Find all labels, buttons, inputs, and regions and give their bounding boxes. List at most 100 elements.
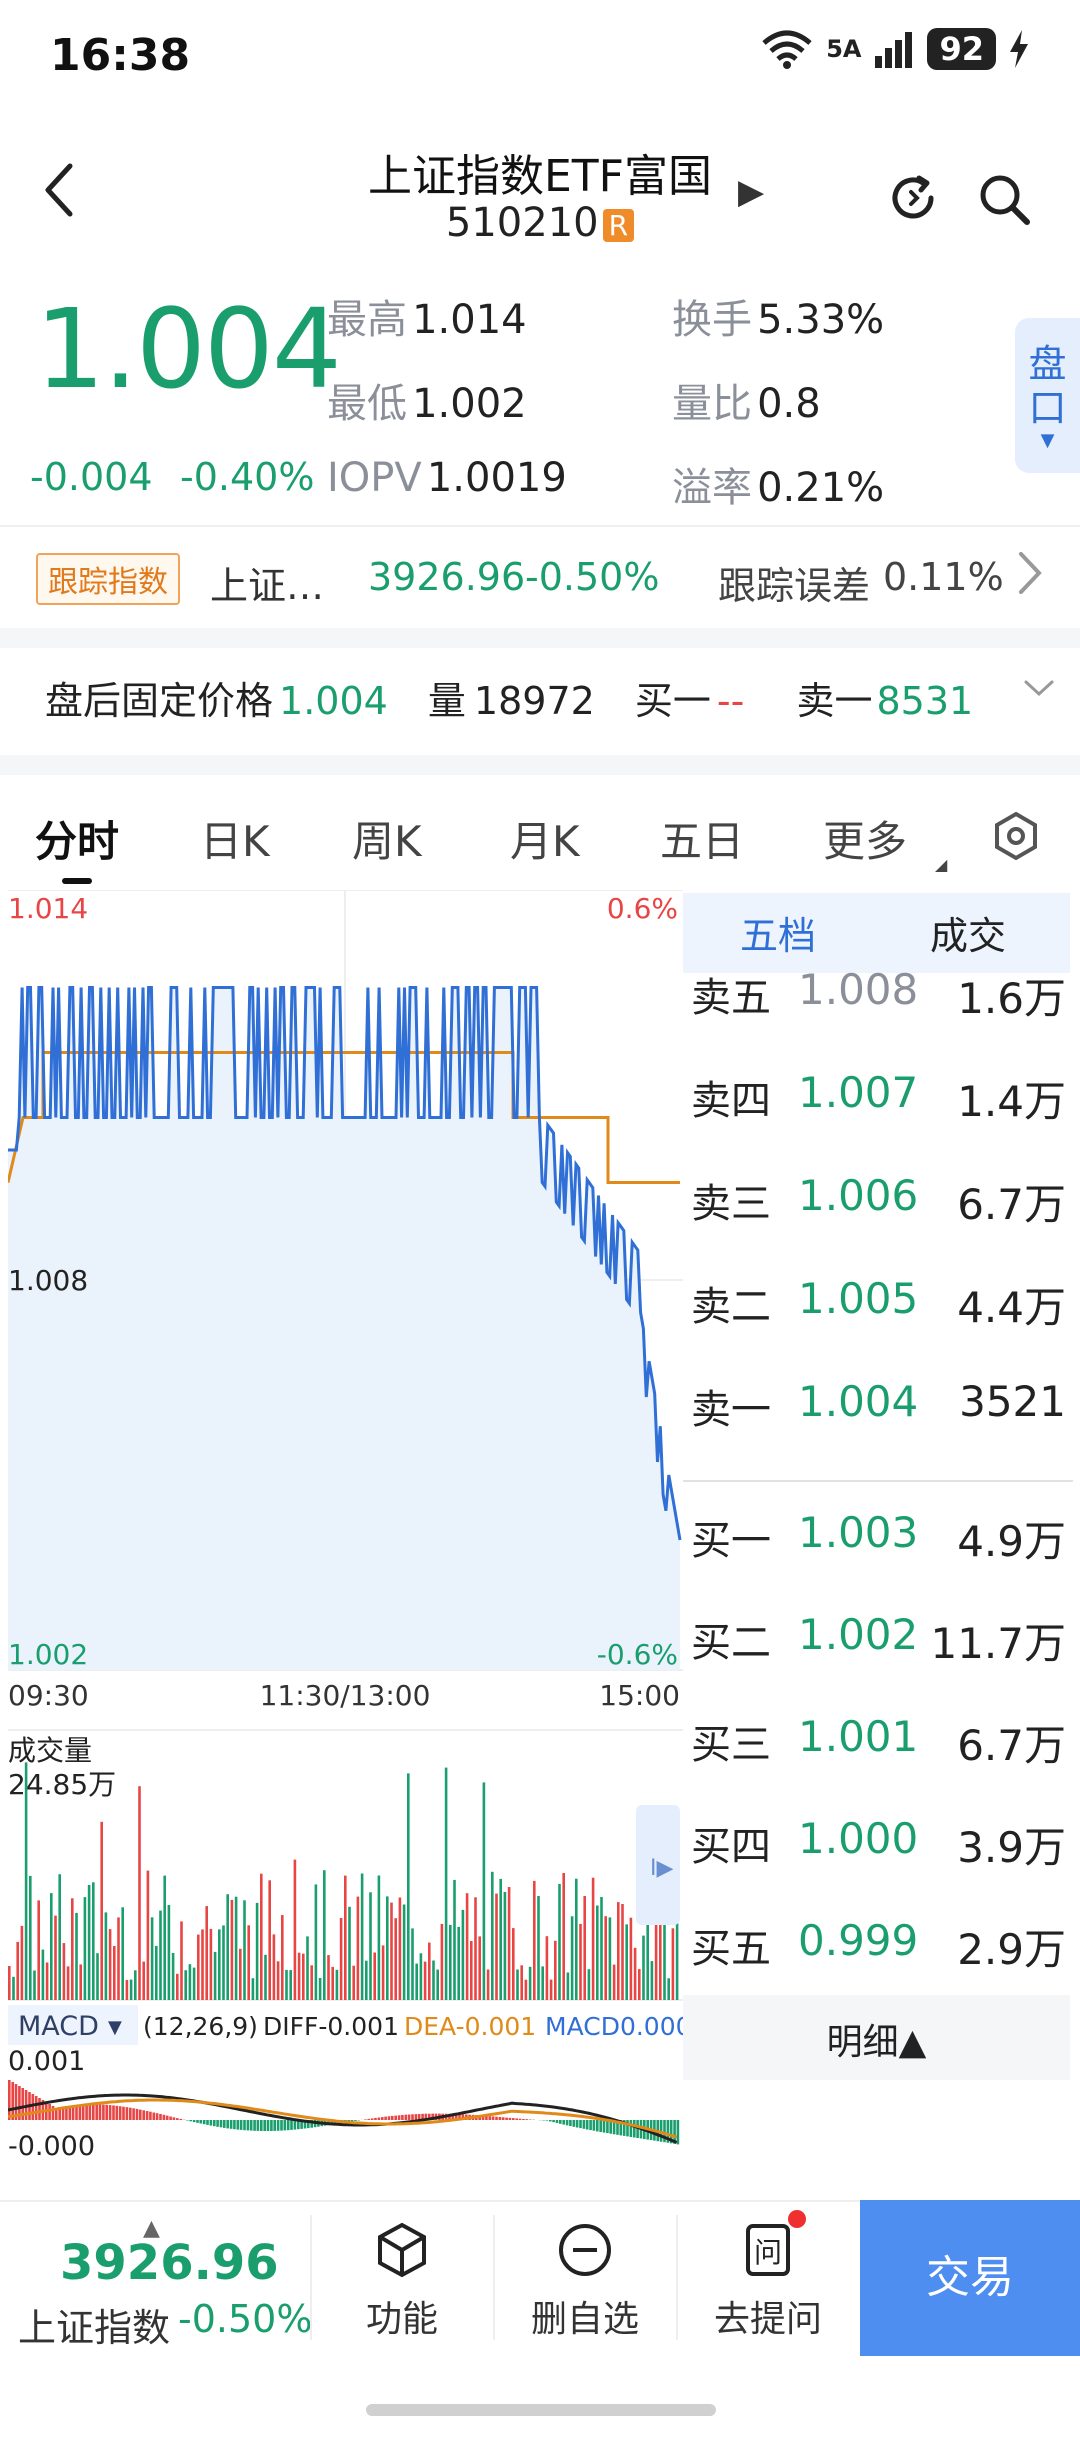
macd-bar bbox=[260, 2120, 263, 2131]
volume-bar bbox=[323, 1870, 326, 2000]
sell-level-row[interactable]: 卖三 1.006 6.7万 bbox=[688, 1171, 1070, 1274]
x-axis-label-close: 15:00 bbox=[599, 1679, 680, 1712]
macd-bar bbox=[48, 2104, 51, 2120]
chevron-right-icon[interactable] bbox=[1015, 548, 1045, 610]
level-volume: 1.4万 bbox=[957, 1077, 1066, 1126]
after-hours-volume: 18972 bbox=[473, 679, 595, 723]
bottom-index-name[interactable]: 上证指数 bbox=[18, 2297, 170, 2352]
refresh-icon[interactable] bbox=[885, 170, 941, 230]
chevron-down-icon[interactable] bbox=[1022, 668, 1056, 709]
macd-bar bbox=[98, 2104, 102, 2120]
home-indicator[interactable] bbox=[366, 2404, 716, 2416]
volume-bar bbox=[276, 1961, 280, 2000]
volume-bar bbox=[197, 1934, 200, 2000]
tab-daily-k[interactable]: 日K bbox=[200, 808, 270, 869]
sell-level-row[interactable]: 卖四 1.007 1.4万 bbox=[688, 1068, 1070, 1171]
volume-bar bbox=[596, 1905, 599, 2000]
volume-bar bbox=[163, 1875, 166, 2000]
volume-bar bbox=[499, 1878, 502, 2000]
search-icon[interactable] bbox=[975, 170, 1035, 234]
buy-level-row[interactable]: 买三 1.001 6.7万 bbox=[688, 1712, 1070, 1815]
level-volume: 6.7万 bbox=[957, 1721, 1066, 1770]
volume-bar bbox=[205, 1906, 208, 2000]
volume-bar bbox=[436, 1969, 439, 2000]
macd-bar bbox=[549, 2120, 552, 2122]
macd-bar bbox=[602, 2120, 606, 2133]
level-volume: 6.7万 bbox=[957, 1180, 1066, 1229]
volume-bar bbox=[201, 1929, 204, 2000]
macd-bar bbox=[105, 2104, 108, 2120]
svg-text:问: 问 bbox=[754, 2236, 782, 2269]
volume-bar bbox=[486, 1969, 490, 2000]
level-volume: 2.9万 bbox=[957, 1925, 1066, 1974]
tab-more[interactable]: 更多 bbox=[823, 808, 907, 869]
volume-bar bbox=[171, 1953, 175, 2000]
macd-bar bbox=[81, 2104, 85, 2120]
macd-bar bbox=[118, 2106, 122, 2120]
next-stock-icon[interactable]: ▶ bbox=[738, 172, 764, 212]
buy-level-row[interactable]: 买二 1.002 11.7万 bbox=[688, 1610, 1070, 1713]
volume-bar bbox=[402, 1904, 406, 2000]
volume-bar bbox=[369, 1892, 372, 2000]
tab-monthly-k[interactable]: 月K bbox=[510, 808, 580, 869]
macd-bar bbox=[562, 2120, 565, 2125]
divider bbox=[0, 628, 1080, 648]
after-hours-sell1: 8531 bbox=[876, 679, 974, 723]
tab-five-day[interactable]: 五日 bbox=[660, 808, 744, 869]
level-label: 买二 bbox=[691, 1620, 771, 1666]
macd-bar bbox=[179, 2118, 182, 2120]
macd-bar bbox=[8, 2080, 11, 2120]
volume-bar bbox=[24, 1762, 28, 2000]
detail-button[interactable]: 明细▲ bbox=[683, 2013, 1070, 2065]
level-volume: 3521 bbox=[959, 1377, 1066, 1426]
volume-bar bbox=[428, 1942, 431, 2000]
volume-bar bbox=[617, 1902, 620, 2000]
level-price: 1.004 bbox=[798, 1377, 919, 1426]
macd-bar bbox=[384, 2116, 387, 2120]
pankou-tab[interactable]: 盘口 ▼ bbox=[1015, 318, 1080, 473]
macd-bar bbox=[38, 2098, 41, 2120]
volume-bar bbox=[218, 1929, 221, 2000]
macd-bar bbox=[189, 2120, 192, 2122]
ask-question-button[interactable]: 问 去提问 bbox=[678, 2220, 858, 2342]
intraday-chart[interactable]: 1.014 1.008 1.002 0.6% -0.6% 09:30 11:30… bbox=[8, 890, 683, 2200]
sell-level-row[interactable]: 卖一 1.004 3521 bbox=[688, 1377, 1070, 1480]
tab-weekly-k[interactable]: 周K bbox=[352, 808, 422, 869]
tab-five-levels[interactable]: 五档 bbox=[740, 905, 816, 960]
level-label: 买三 bbox=[691, 1722, 771, 1768]
active-tab-indicator bbox=[62, 878, 92, 884]
macd-bar bbox=[354, 2120, 357, 2121]
macd-bar bbox=[387, 2116, 391, 2120]
settings-icon[interactable] bbox=[990, 810, 1042, 866]
volume-bar bbox=[482, 1782, 486, 2000]
macd-bar bbox=[290, 2120, 293, 2130]
tab-fenshi[interactable]: 分时 bbox=[35, 808, 119, 869]
tracking-index-name[interactable]: 上证… bbox=[210, 555, 324, 610]
volume-bar bbox=[478, 1936, 481, 2000]
volume-bar bbox=[45, 1962, 49, 2000]
volume-bar bbox=[625, 1924, 628, 2000]
tab-trades[interactable]: 成交 bbox=[930, 905, 1006, 960]
pct-top-label: 0.6% bbox=[607, 892, 678, 925]
sell-level-row[interactable]: 卖五 1.008 1.6万 bbox=[688, 965, 1070, 1068]
macd-bar bbox=[152, 2112, 156, 2120]
volume-bar bbox=[533, 1880, 536, 2000]
bottom-index-value[interactable]: 3926.96 bbox=[60, 2235, 279, 2291]
remove-watchlist-button[interactable]: 删自选 bbox=[495, 2220, 675, 2342]
charging-icon bbox=[1010, 30, 1028, 68]
order-book-divider bbox=[683, 1480, 1073, 1482]
macd-bar bbox=[31, 2094, 35, 2120]
volume-bar bbox=[612, 1964, 616, 2000]
buy-level-row[interactable]: 买一 1.003 4.9万 bbox=[688, 1508, 1070, 1611]
sell-level-row[interactable]: 卖二 1.005 4.4万 bbox=[688, 1274, 1070, 1377]
trade-button[interactable]: 交易 bbox=[860, 2200, 1080, 2356]
cube-icon bbox=[378, 2222, 426, 2278]
function-button[interactable]: 功能 bbox=[312, 2220, 492, 2342]
macd-bar bbox=[216, 2120, 219, 2127]
volume-bar bbox=[545, 1936, 549, 2000]
volume-bar bbox=[642, 1935, 645, 2000]
macd-bar bbox=[364, 2119, 367, 2120]
volume-bar bbox=[159, 1910, 162, 2000]
question-doc-icon: 问 bbox=[746, 2224, 790, 2276]
buy-level-row[interactable]: 买四 1.000 3.9万 bbox=[688, 1814, 1070, 1917]
